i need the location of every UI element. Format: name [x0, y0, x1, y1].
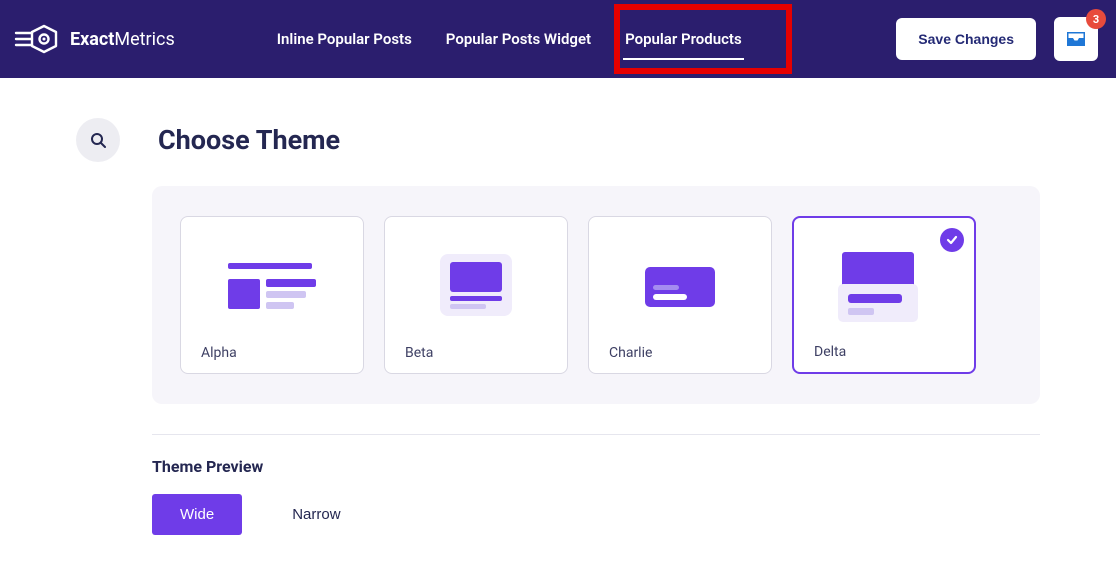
- brand-name: ExactMetrics: [70, 29, 175, 50]
- nav-popular-products[interactable]: Popular Products: [623, 20, 744, 58]
- theme-label: Alpha: [201, 345, 343, 361]
- theme-label: Charlie: [609, 345, 751, 361]
- preview-wide-button[interactable]: Wide: [152, 494, 242, 535]
- section-divider: [152, 434, 1040, 435]
- preview-width-toggle: Wide Narrow: [152, 494, 1040, 535]
- theme-preview-delta: [814, 236, 954, 338]
- nav-inline-popular-posts[interactable]: Inline Popular Posts: [275, 20, 414, 58]
- theme-preview-charlie: [609, 235, 751, 339]
- theme-label: Beta: [405, 345, 547, 361]
- page-title: Choose Theme: [158, 124, 340, 156]
- theme-card-alpha[interactable]: Alpha: [180, 216, 364, 374]
- theme-preview-beta: [405, 235, 547, 339]
- inbox-badge: 3: [1086, 9, 1106, 29]
- inbox-button[interactable]: 3: [1054, 17, 1098, 61]
- theme-selector-panel: Alpha Beta Char: [152, 186, 1040, 404]
- theme-card-beta[interactable]: Beta: [384, 216, 568, 374]
- selected-check-icon: [940, 228, 964, 252]
- main-content: Choose Theme Alpha: [0, 78, 1116, 535]
- theme-preview-alpha: [201, 235, 343, 339]
- theme-card-delta[interactable]: Delta: [792, 216, 976, 374]
- preview-narrow-button[interactable]: Narrow: [264, 494, 368, 535]
- logo-icon: [14, 22, 60, 56]
- search-icon: [90, 132, 106, 148]
- title-row: Choose Theme: [76, 118, 1040, 162]
- theme-label: Delta: [814, 344, 954, 360]
- save-changes-button[interactable]: Save Changes: [896, 18, 1036, 60]
- brand-logo: ExactMetrics: [14, 22, 175, 56]
- inbox-icon: [1065, 30, 1087, 48]
- nav-popular-posts-widget[interactable]: Popular Posts Widget: [444, 20, 593, 58]
- top-nav: Inline Popular Posts Popular Posts Widge…: [275, 20, 744, 58]
- app-header: ExactMetrics Inline Popular Posts Popula…: [0, 0, 1116, 78]
- preview-section-title: Theme Preview: [152, 457, 1040, 476]
- header-actions: Save Changes 3: [896, 17, 1098, 61]
- search-button[interactable]: [76, 118, 120, 162]
- theme-card-charlie[interactable]: Charlie: [588, 216, 772, 374]
